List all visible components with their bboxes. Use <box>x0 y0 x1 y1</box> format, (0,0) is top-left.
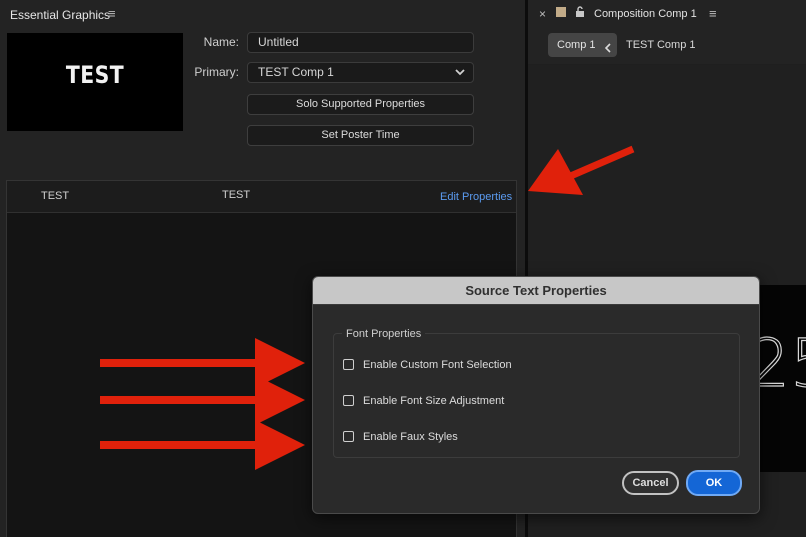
enable-custom-font-selection-option[interactable]: Enable Custom Font Selection <box>343 359 643 375</box>
thumbnail-text: TEST <box>65 61 125 89</box>
panel-tab-title[interactable]: Essential Graphics <box>10 8 110 22</box>
name-label: Name: <box>203 35 239 49</box>
enable-faux-styles-option[interactable]: Enable Faux Styles <box>343 431 643 447</box>
option-label: Enable Font Size Adjustment <box>363 395 505 407</box>
primary-select[interactable]: TEST Comp 1 <box>247 62 474 83</box>
option-label: Enable Custom Font Selection <box>363 359 512 371</box>
source-text-properties-dialog: Source Text Properties Font Properties E… <box>312 276 760 514</box>
option-label: Enable Faux Styles <box>363 431 458 443</box>
solo-supported-properties-button[interactable]: Solo Supported Properties <box>247 94 474 115</box>
breadcrumb-comp-1[interactable]: Comp 1 <box>548 33 617 57</box>
graphic-thumbnail: TEST <box>7 33 183 131</box>
edit-properties-link[interactable]: Edit Properties <box>440 191 512 203</box>
lock-icon[interactable] <box>575 5 585 23</box>
panel-menu-icon[interactable]: ≡ <box>108 6 116 21</box>
checkbox[interactable] <box>343 431 354 442</box>
composition-tab-title[interactable]: Composition Comp 1 <box>594 8 697 20</box>
composition-tab-bar: × Composition Comp 1 ≡ Comp 1 TEST Comp … <box>528 0 806 64</box>
chevron-left-icon <box>604 40 611 58</box>
close-icon[interactable]: × <box>539 7 546 21</box>
name-input[interactable]: Untitled <box>247 32 474 53</box>
checkbox[interactable] <box>343 359 354 370</box>
annotation-arrow-icon <box>528 143 638 198</box>
set-poster-time-button[interactable]: Set Poster Time <box>247 125 474 146</box>
chevron-down-icon <box>454 63 466 88</box>
checkbox[interactable] <box>343 395 354 406</box>
primary-select-value: TEST Comp 1 <box>258 65 334 79</box>
property-row[interactable]: TEST TEST Edit Properties <box>7 181 516 213</box>
enable-font-size-adjustment-option[interactable]: Enable Font Size Adjustment <box>343 395 643 411</box>
annotation-arrow-icon <box>98 418 308 472</box>
cancel-button[interactable]: Cancel <box>622 471 679 495</box>
dialog-title-bar[interactable]: Source Text Properties <box>313 277 759 305</box>
property-value[interactable]: TEST <box>222 189 250 201</box>
dialog-title: Source Text Properties <box>465 283 607 298</box>
panel-menu-icon[interactable]: ≡ <box>709 6 717 21</box>
layer-name: TEST <box>41 190 70 202</box>
ok-button[interactable]: OK <box>686 470 742 496</box>
primary-label: Primary: <box>194 65 239 79</box>
breadcrumb-test-comp-1[interactable]: TEST Comp 1 <box>626 39 696 51</box>
breadcrumb-label: Comp 1 <box>557 39 596 51</box>
composition-swatch-icon <box>556 7 566 17</box>
group-label: Font Properties <box>342 328 426 340</box>
